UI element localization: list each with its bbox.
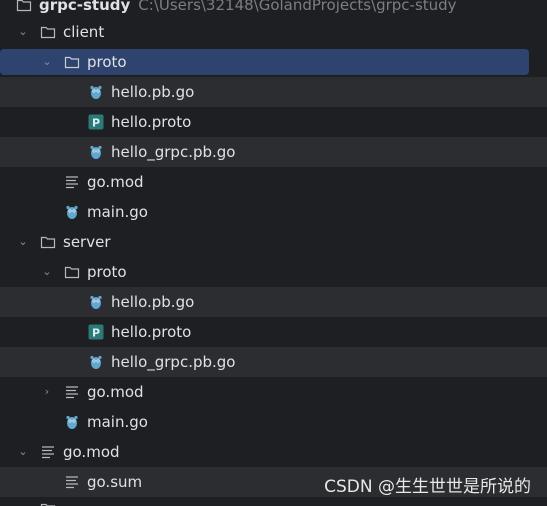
- go-file-icon: [66, 205, 78, 219]
- chevron-down-icon[interactable]: ⌄: [17, 26, 29, 38]
- text-file-icon: [66, 386, 78, 399]
- tree-row-cutoff[interactable]: [0, 497, 547, 506]
- tree-row-client[interactable]: ⌄ client: [0, 17, 547, 47]
- folder-icon: [40, 503, 56, 506]
- tree-row-server-go-mod[interactable]: › go.mod: [0, 377, 547, 407]
- folder-icon: [16, 0, 32, 12]
- folder-icon: [64, 56, 80, 69]
- chevron-down-icon[interactable]: ⌄: [17, 446, 29, 458]
- svg-text:P: P: [92, 327, 100, 340]
- tree-row-root-go-mod[interactable]: ⌄ go.mod: [0, 437, 547, 467]
- tree-label-server-hello-pb-go: hello.pb.go: [111, 293, 195, 311]
- proto-file-icon: P: [88, 324, 104, 340]
- tree-row-client-hello-pb-go[interactable]: hello.pb.go: [0, 77, 547, 107]
- tree-row-server-proto[interactable]: ⌄ proto: [0, 257, 547, 287]
- tree-label-client-proto: proto: [87, 53, 127, 71]
- tree-label-server-main-go: main.go: [87, 413, 148, 431]
- tree-label-root-go-sum: go.sum: [87, 473, 143, 491]
- tree-row-server[interactable]: ⌄ server: [0, 227, 547, 257]
- tree-row-client-hello-proto[interactable]: P hello.proto: [0, 107, 547, 137]
- chevron-right-icon[interactable]: ›: [41, 386, 53, 398]
- chevron-down-icon[interactable]: ⌄: [41, 56, 53, 68]
- proto-file-icon: P: [88, 114, 104, 130]
- tree-label-client-main-go: main.go: [87, 203, 148, 221]
- project-name: grpc-study: [39, 0, 131, 14]
- go-file-icon: [90, 85, 102, 99]
- tree-label-root-go-mod: go.mod: [63, 443, 120, 461]
- tree-label-server-go-mod: go.mod: [87, 383, 144, 401]
- folder-icon: [40, 236, 56, 249]
- tree-label-server: server: [63, 233, 111, 251]
- tree-row-server-hello-pb-go[interactable]: hello.pb.go: [0, 287, 547, 317]
- chevron-down-icon[interactable]: ⌄: [41, 266, 53, 278]
- go-file-icon: [90, 295, 102, 309]
- chevron-down-icon[interactable]: ⌄: [17, 236, 29, 248]
- tree-row-client-proto[interactable]: ⌄ proto: [0, 47, 547, 77]
- tree-label-server-hello-grpc-pb-go: hello_grpc.pb.go: [111, 353, 236, 371]
- tree-row-server-hello-proto[interactable]: P hello.proto: [0, 317, 547, 347]
- folder-icon: [40, 26, 56, 39]
- tree-row-server-hello-grpc-pb-go[interactable]: hello_grpc.pb.go: [0, 347, 547, 377]
- tree-row-client-main-go[interactable]: main.go: [0, 197, 547, 227]
- go-file-icon: [90, 355, 102, 369]
- svg-text:P: P: [92, 117, 100, 130]
- tree-label-client-hello-proto: hello.proto: [111, 113, 192, 131]
- project-path: C:\Users\32148\GolandProjects\grpc-study: [138, 0, 457, 14]
- folder-icon: [64, 266, 80, 279]
- go-file-icon: [90, 145, 102, 159]
- watermark: CSDN @生生世世是所说的: [324, 477, 531, 497]
- tree-label-client-hello-pb-go: hello.pb.go: [111, 83, 195, 101]
- text-file-icon: [66, 176, 78, 189]
- tree-label-client: client: [63, 23, 105, 41]
- project-tree: grpc-study C:\Users\32148\GolandProjects\…: [0, 0, 547, 506]
- tree-row-server-main-go[interactable]: main.go: [0, 407, 547, 437]
- tree-row-client-hello-grpc-pb-go[interactable]: hello_grpc.pb.go: [0, 137, 547, 167]
- text-file-icon: [66, 476, 78, 489]
- tree-label-client-hello-grpc-pb-go: hello_grpc.pb.go: [111, 143, 236, 161]
- tree-label-server-hello-proto: hello.proto: [111, 323, 192, 341]
- tree-label-server-proto: proto: [87, 263, 127, 281]
- tree-row-client-go-mod[interactable]: go.mod: [0, 167, 547, 197]
- text-file-icon: [42, 446, 54, 459]
- tree-label-client-go-mod: go.mod: [87, 173, 144, 191]
- go-file-icon: [66, 415, 78, 429]
